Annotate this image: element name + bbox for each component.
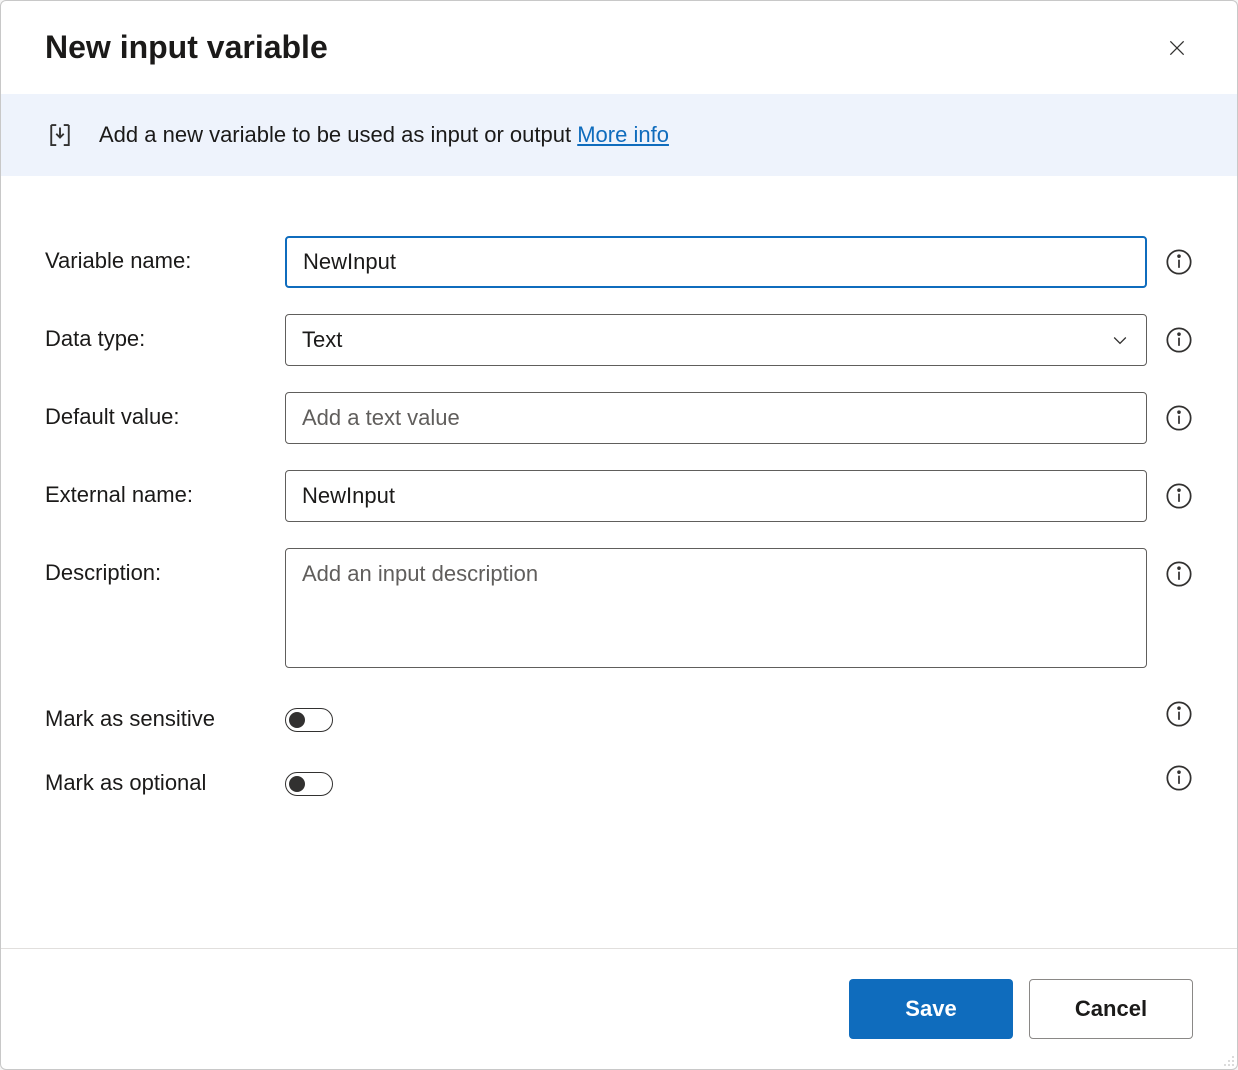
info-icon[interactable] [1165,560,1193,588]
data-type-label: Data type: [45,314,285,352]
default-value-input[interactable] [285,392,1147,444]
mark-sensitive-toggle[interactable] [285,708,333,732]
default-value-label: Default value: [45,392,285,430]
dialog-header: New input variable [1,1,1237,94]
variable-name-row: Variable name: [45,236,1193,288]
save-button[interactable]: Save [849,979,1013,1039]
banner-content: Add a new variable to be used as input o… [99,122,669,148]
toggle-knob [289,776,305,792]
toggle-knob [289,712,305,728]
close-icon [1167,38,1187,58]
info-icon[interactable] [1165,248,1193,276]
input-variable-icon [45,120,75,150]
external-name-input[interactable] [285,470,1147,522]
info-icon[interactable] [1165,764,1193,792]
more-info-link[interactable]: More info [577,122,669,147]
banner-text: Add a new variable to be used as input o… [99,122,577,147]
variable-name-input[interactable] [285,236,1147,288]
external-name-row: External name: [45,470,1193,522]
description-input[interactable] [285,548,1147,668]
chevron-down-icon [1110,330,1130,350]
new-input-variable-dialog: New input variable Add a new variable to… [0,0,1238,1070]
info-icon[interactable] [1165,404,1193,432]
info-banner: Add a new variable to be used as input o… [1,94,1237,176]
dialog-footer: Save Cancel [1,948,1237,1069]
mark-optional-toggle[interactable] [285,772,333,796]
close-button[interactable] [1161,32,1193,64]
info-icon[interactable] [1165,482,1193,510]
info-icon[interactable] [1165,700,1193,728]
description-row: Description: [45,548,1193,668]
data-type-select[interactable]: Text [285,314,1147,366]
cancel-button[interactable]: Cancel [1029,979,1193,1039]
mark-optional-label: Mark as optional [45,758,285,796]
data-type-row: Data type: Text [45,314,1193,366]
info-icon[interactable] [1165,326,1193,354]
mark-sensitive-row: Mark as sensitive [45,694,1193,732]
mark-sensitive-label: Mark as sensitive [45,694,285,732]
mark-optional-row: Mark as optional [45,758,1193,796]
dialog-title: New input variable [45,29,328,66]
resize-grip-icon[interactable] [1219,1051,1235,1067]
external-name-label: External name: [45,470,285,508]
description-label: Description: [45,548,285,586]
default-value-row: Default value: [45,392,1193,444]
variable-name-label: Variable name: [45,236,285,274]
form-body: Variable name: Data type: Text D [1,176,1237,948]
data-type-value: Text [302,327,342,353]
